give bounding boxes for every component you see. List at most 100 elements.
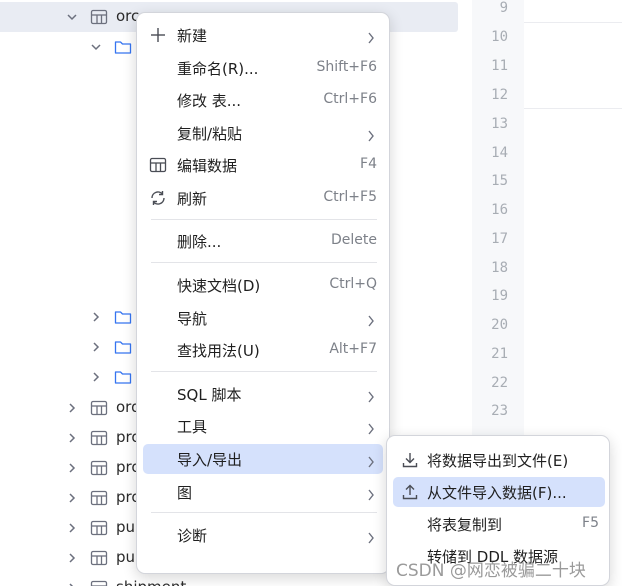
download-icon [401, 451, 419, 469]
menu-item-label: 新建 [177, 27, 208, 45]
editor-row-divider [524, 108, 622, 109]
chevron-right-icon[interactable] [90, 370, 102, 384]
folder-icon [114, 368, 132, 386]
line-number: 22 [491, 375, 508, 391]
menu-item-label: 导入/导出 [177, 451, 243, 469]
line-number: 10 [491, 29, 508, 45]
menu-item-sql-scripts[interactable]: SQL 脚本 [143, 379, 383, 409]
table-grid-icon [149, 156, 167, 174]
refresh-icon [149, 189, 167, 207]
chevron-right-icon[interactable] [66, 551, 78, 565]
chevron-right-icon[interactable] [66, 401, 78, 415]
table-icon [90, 549, 108, 567]
menu-item-import-export[interactable]: 导入/导出 [143, 444, 383, 474]
folder-icon [114, 38, 132, 56]
submenu-item-label: 将表复制到 [427, 516, 503, 534]
table-icon [90, 399, 108, 417]
chevron-right-icon [367, 420, 375, 435]
chevron-right-icon[interactable] [66, 461, 78, 475]
line-number: 20 [491, 317, 508, 333]
submenu-item-label: 将数据导出到文件(E) [427, 452, 569, 470]
menu-item-diagrams[interactable]: 图 [143, 477, 383, 507]
menu-item-quick-doc[interactable]: 快速文档(D) Ctrl+Q [143, 270, 383, 300]
menu-item-diagnostics[interactable]: 诊断 [143, 520, 383, 550]
chevron-down-icon[interactable] [90, 40, 102, 54]
submenu-item-export-to-file[interactable]: 将数据导出到文件(E) [393, 445, 605, 475]
line-number: 13 [491, 116, 508, 132]
table-icon [90, 519, 108, 537]
chevron-right-icon [367, 388, 375, 403]
watermark-text: CSDN @网恋被骗二十块 [396, 561, 586, 581]
table-icon [90, 8, 108, 26]
upload-icon [401, 483, 419, 501]
menu-item-label: 工具 [177, 418, 208, 436]
menu-item-navigate[interactable]: 导航 [143, 303, 383, 333]
menu-separator [151, 371, 377, 372]
menu-item-shortcut: Ctrl+F6 [323, 91, 377, 107]
menu-separator [151, 262, 377, 263]
menu-item-label: 快速文档(D) [177, 277, 261, 295]
menu-item-delete[interactable]: 删除... Delete [143, 226, 383, 256]
context-menu: 新建 重命名(R)... Shift+F6 修改 表... Ctrl+F6 复制… [136, 12, 390, 574]
table-icon [90, 429, 108, 447]
menu-item-new[interactable]: 新建 [143, 20, 383, 50]
menu-item-tools[interactable]: 工具 [143, 411, 383, 441]
chevron-right-icon[interactable] [66, 491, 78, 505]
menu-item-label: 复制/粘贴 [177, 125, 243, 143]
chevron-right-icon [367, 29, 375, 44]
menu-item-rename[interactable]: 重命名(R)... Shift+F6 [143, 53, 383, 83]
line-number: 19 [491, 288, 508, 304]
line-number: 21 [491, 346, 508, 362]
chevron-down-icon[interactable] [66, 10, 78, 24]
menu-item-label: 修改 表... [177, 92, 242, 110]
menu-item-shortcut: Ctrl+F5 [323, 189, 377, 205]
menu-item-label: 查找用法(U) [177, 342, 260, 360]
ide-window: orc ord pro pro pro pur 9 10 11 12 13 14… [0, 0, 622, 586]
line-number: 14 [491, 145, 508, 161]
menu-separator [151, 512, 377, 513]
line-number: 17 [491, 231, 508, 247]
menu-item-label: 诊断 [177, 527, 208, 545]
table-icon [90, 459, 108, 477]
chevron-right-icon[interactable] [66, 521, 78, 535]
submenu-item-import-from-file[interactable]: 从文件导入数据(F)... [393, 477, 605, 507]
line-number: 23 [491, 403, 508, 419]
menu-separator [151, 219, 377, 220]
menu-item-label: 编辑数据 [177, 157, 238, 175]
chevron-right-icon[interactable] [90, 340, 102, 354]
menu-item-shortcut: F4 [360, 156, 377, 172]
menu-item-shortcut: Delete [331, 232, 377, 248]
menu-item-find-usages[interactable]: 查找用法(U) Alt+F7 [143, 335, 383, 365]
menu-item-label: 重命名(R)... [177, 60, 259, 78]
menu-item-edit-data[interactable]: 编辑数据 F4 [143, 150, 383, 180]
menu-item-refresh[interactable]: 刷新 Ctrl+F5 [143, 183, 383, 213]
table-icon [90, 489, 108, 507]
submenu-item-shortcut: F5 [582, 515, 599, 531]
menu-item-label: 导航 [177, 310, 208, 328]
menu-item-label: 刷新 [177, 190, 208, 208]
line-number: 12 [491, 87, 508, 103]
line-number: 15 [491, 173, 508, 189]
menu-item-shortcut: Shift+F6 [316, 59, 377, 75]
table-icon [90, 579, 108, 586]
chevron-right-icon [367, 127, 375, 142]
chevron-right-icon [367, 312, 375, 327]
chevron-right-icon[interactable] [66, 431, 78, 445]
line-number: 9 [499, 0, 508, 16]
menu-item-shortcut: Ctrl+Q [329, 276, 377, 292]
chevron-right-icon[interactable] [66, 581, 78, 586]
menu-item-label: 图 [177, 484, 193, 502]
folder-icon [114, 308, 132, 326]
folder-icon [114, 338, 132, 356]
menu-item-modify-table[interactable]: 修改 表... Ctrl+F6 [143, 85, 383, 115]
menu-item-label: 删除... [177, 233, 222, 251]
chevron-right-icon [367, 486, 375, 501]
line-number: 16 [491, 202, 508, 218]
menu-item-copy-paste[interactable]: 复制/粘贴 [143, 118, 383, 148]
chevron-right-icon[interactable] [90, 310, 102, 324]
line-number: 18 [491, 260, 508, 276]
submenu-item-copy-table-to[interactable]: 将表复制到 F5 [393, 509, 605, 539]
tree-row-label: shipment [116, 578, 186, 586]
submenu-item-label: 从文件导入数据(F)... [427, 484, 567, 502]
chevron-right-icon [367, 529, 375, 544]
